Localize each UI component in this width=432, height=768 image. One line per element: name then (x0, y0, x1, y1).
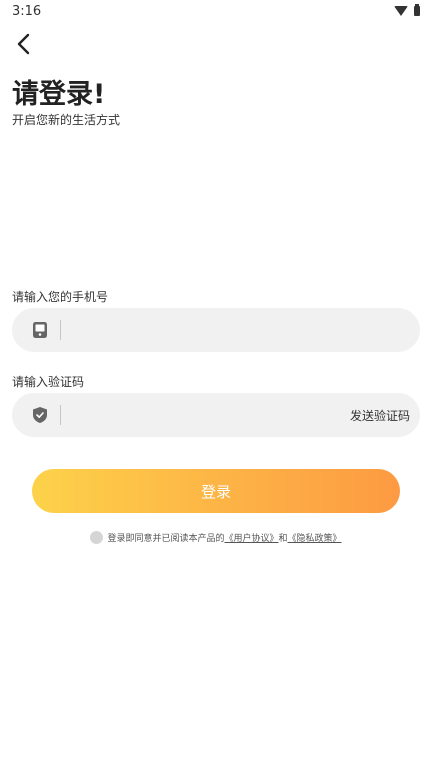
code-field: 发送验证码 (12, 393, 420, 437)
agreement-checkbox[interactable] (90, 531, 104, 544)
status-icons (394, 4, 420, 16)
user-agreement-link[interactable]: 《用户协议》 (224, 531, 278, 544)
status-time: 3:16 (12, 3, 42, 19)
agreement-text: 登录即同意并已阅读本产品的 (107, 534, 225, 544)
phone-label: 请输入您的手机号 (12, 290, 109, 304)
login-screen: 3:16 请登录! 开启您新的生活方式 请输入您的手机号 请输入验证码 发送验证… (0, 0, 432, 768)
login-button[interactable]: 登录 (32, 469, 400, 513)
agreement: 登录即同意并已阅读本产品的 《用户协议》 和 《隐私政策》 (0, 531, 432, 544)
phone-divider (60, 320, 61, 340)
page-subtitle: 开启您新的生活方式 (12, 113, 121, 127)
phone-input[interactable] (71, 308, 420, 352)
phone-icon (12, 308, 60, 352)
status-bar: 3:16 (0, 0, 432, 22)
battery-icon (414, 4, 420, 16)
code-input[interactable] (71, 393, 350, 437)
privacy-policy-link[interactable]: 《隐私政策》 (288, 531, 342, 544)
shield-icon (12, 393, 60, 437)
phone-field (12, 308, 420, 352)
code-divider (60, 405, 61, 425)
chevron-left-icon (17, 33, 30, 55)
wifi-icon (394, 6, 408, 16)
back-button[interactable] (10, 30, 38, 58)
agreement-and: 和 (278, 534, 288, 544)
send-code-button[interactable]: 发送验证码 (350, 407, 420, 424)
page-title: 请登录! (12, 79, 106, 110)
code-label: 请输入验证码 (12, 375, 85, 389)
